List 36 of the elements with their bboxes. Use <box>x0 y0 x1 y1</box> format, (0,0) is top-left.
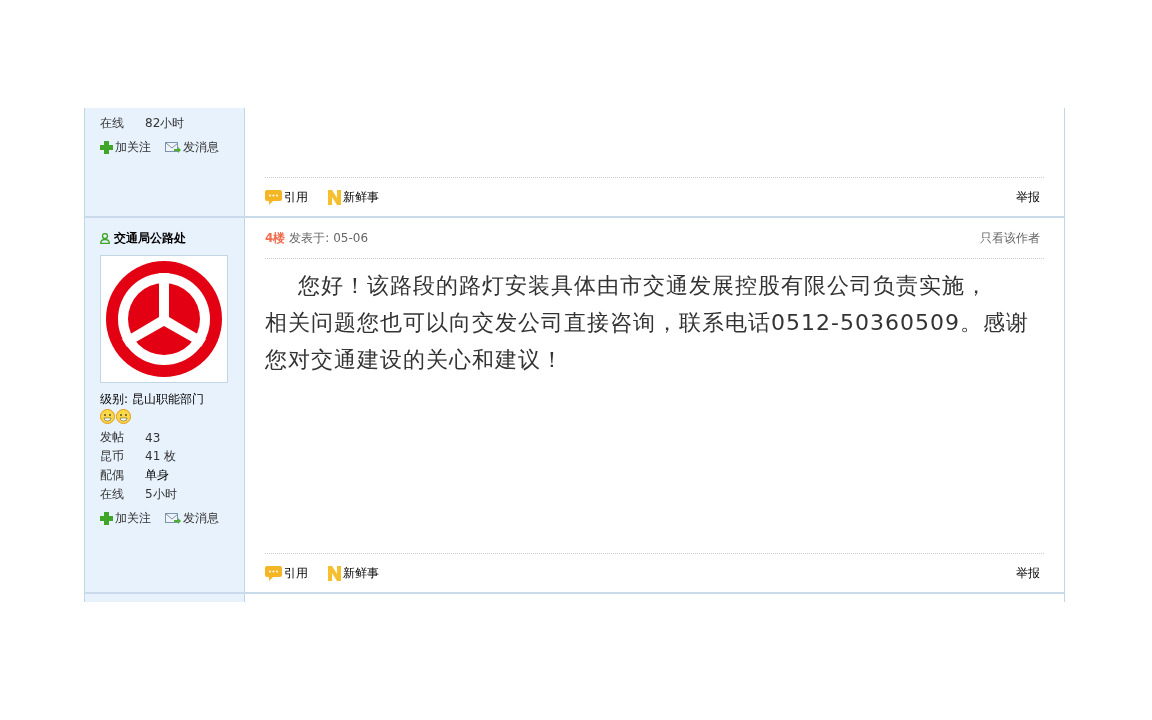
author-name[interactable]: 交通局公路处 <box>114 230 186 247</box>
stat-value: 单身 <box>145 467 169 484</box>
smiley-icon <box>116 409 131 424</box>
follow-link[interactable]: 加关注 <box>100 139 151 156</box>
stat-value: 82小时 <box>145 115 185 132</box>
user-icon <box>100 233 110 244</box>
stat-label: 在线 <box>100 486 125 503</box>
stat-label: 发帖 <box>100 429 125 446</box>
n-letter-icon <box>328 565 341 581</box>
only-author-link[interactable]: 只看该作者 <box>980 229 1040 247</box>
share-link[interactable]: 新鲜事 <box>328 564 379 582</box>
smiley-icon <box>100 409 115 424</box>
envelope-icon <box>165 512 181 525</box>
plus-icon <box>100 141 113 154</box>
user-level: 级别: 昆山职能部门 <box>100 391 205 408</box>
plus-icon <box>100 512 113 525</box>
speech-bubble-icon <box>265 189 282 205</box>
share-link[interactable]: 新鲜事 <box>328 188 379 206</box>
message-link[interactable]: 发消息 <box>165 139 219 156</box>
post-meta: 4楼 发表于: 05-06 <box>265 229 369 247</box>
quote-link[interactable]: 引用 <box>265 188 308 206</box>
quote-link[interactable]: 引用 <box>265 564 308 582</box>
message-link[interactable]: 发消息 <box>165 510 219 527</box>
stat-value: 43 <box>145 430 161 445</box>
stat-label: 在线 <box>100 115 125 132</box>
envelope-icon <box>165 141 181 154</box>
follow-link[interactable]: 加关注 <box>100 510 151 527</box>
stat-label: 配偶 <box>100 467 125 484</box>
stat-value: 5小时 <box>145 486 177 503</box>
n-letter-icon <box>328 189 341 205</box>
report-link[interactable]: 举报 <box>1016 188 1040 206</box>
post-body: 您好！该路段的路灯安装具体由市交通发展控股有限公司负责实施， 相关问题您也可以向交发公司直接咨询，联系电话0512-50360509。感谢 您对交通建设的关心和建议！ <box>265 272 1030 374</box>
stat-label: 昆币 <box>100 448 125 465</box>
speech-bubble-icon <box>265 565 282 581</box>
stat-value: 41 枚 <box>145 448 177 465</box>
report-link[interactable]: 举报 <box>1016 564 1040 582</box>
